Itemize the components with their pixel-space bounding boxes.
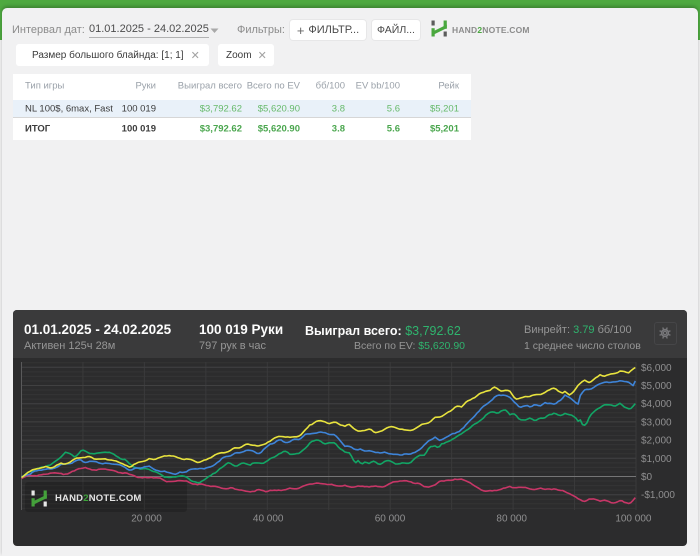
svg-text:$3,000: $3,000	[641, 417, 672, 428]
svg-text:80 000: 80 000	[496, 514, 527, 525]
svg-text:$1,000: $1,000	[641, 454, 672, 465]
svg-text:$4,000: $4,000	[641, 399, 672, 410]
svg-text:$5,000: $5,000	[641, 381, 672, 392]
svg-text:100 000: 100 000	[615, 514, 652, 525]
svg-text:-$1,000: -$1,000	[641, 490, 675, 501]
svg-text:$6,000: $6,000	[641, 363, 672, 374]
svg-text:60 000: 60 000	[375, 514, 406, 525]
svg-text:$0: $0	[641, 472, 653, 483]
svg-text:40 000: 40 000	[253, 514, 284, 525]
svg-text:20 000: 20 000	[131, 514, 162, 525]
svg-text:$2,000: $2,000	[641, 436, 672, 447]
